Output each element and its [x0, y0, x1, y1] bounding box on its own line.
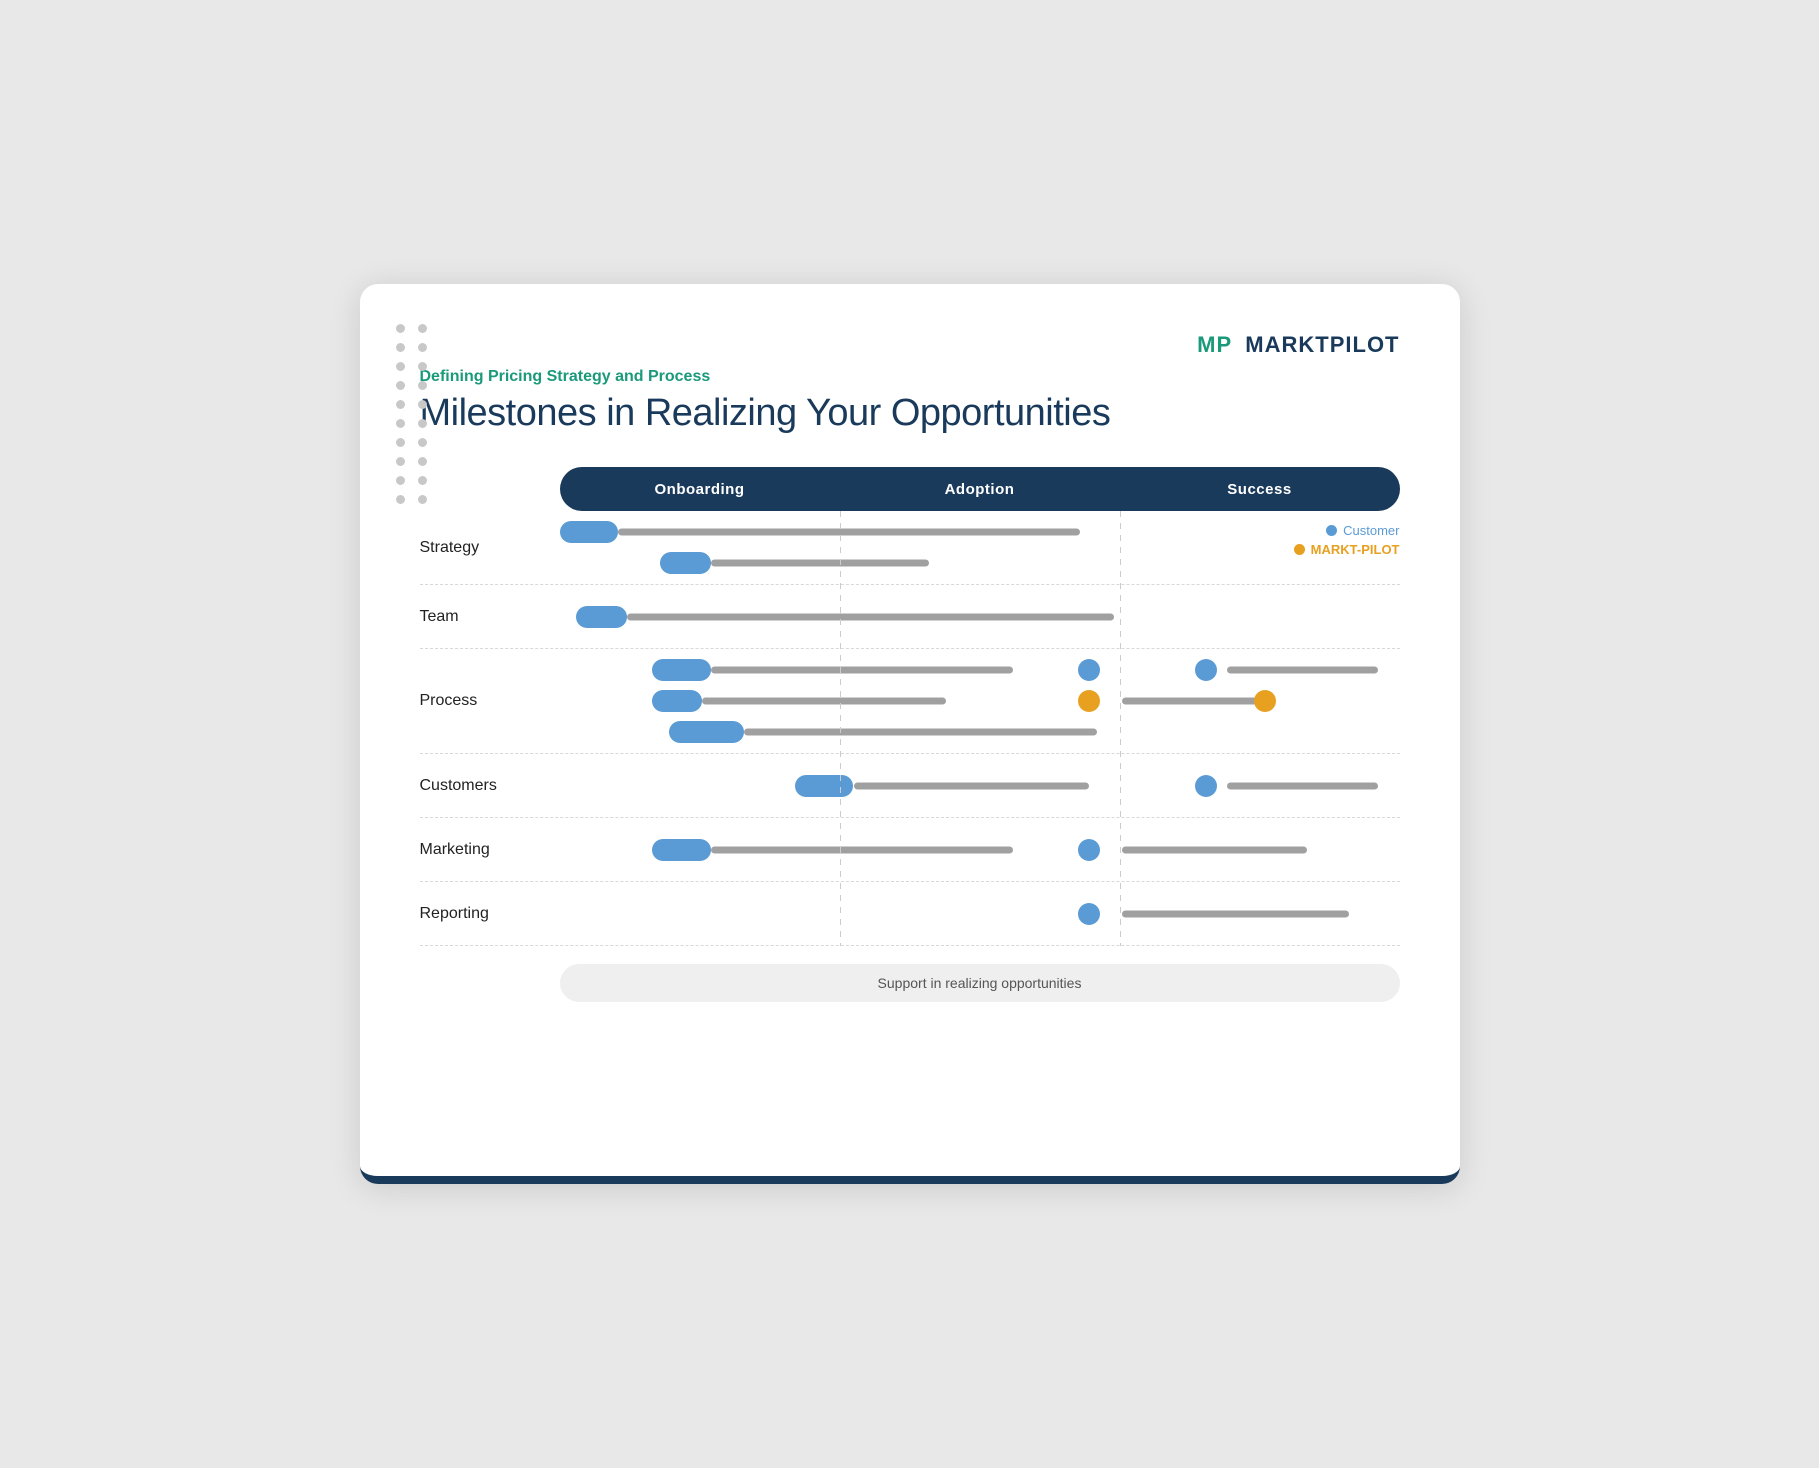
gantt-bar — [1122, 910, 1349, 917]
row-label-strategy: Strategy — [420, 539, 560, 557]
main-title: Milestones in Realizing Your Opportuniti… — [420, 392, 1400, 435]
row-label-marketing: Marketing — [420, 841, 560, 859]
chart-container: Onboarding Adoption Success Customer MAR… — [420, 467, 1400, 1002]
row-label-reporting: Reporting — [420, 905, 560, 923]
gantt-pill — [652, 690, 702, 712]
gantt-dot — [1254, 690, 1276, 712]
gantt-bar — [854, 782, 1089, 789]
gantt-bar — [744, 729, 1097, 736]
row-label-process: Process — [420, 692, 560, 710]
phase-success: Success — [1120, 481, 1400, 498]
support-bar: Support in realizing opportunities — [560, 964, 1400, 1002]
gantt-pill — [652, 839, 711, 861]
phase-adoption: Adoption — [840, 481, 1120, 498]
gantt-bar — [627, 613, 1114, 620]
track-2-0 — [560, 657, 1400, 683]
chart-row-reporting: Reporting — [420, 882, 1400, 946]
chart-body: Strategy Team Process Customers Marketing Rep… — [420, 511, 1400, 946]
track-0-1 — [560, 550, 1400, 576]
track-0-0 — [560, 519, 1400, 545]
gantt-bar — [702, 698, 946, 705]
track-5-0 — [560, 901, 1400, 927]
chart-row-customers: Customers — [420, 754, 1400, 818]
gantt-bar — [711, 667, 1013, 674]
gantt-bar — [1227, 667, 1378, 674]
gantt-bar — [1122, 698, 1256, 705]
row-tracks-process — [560, 657, 1400, 745]
phase-header: Onboarding Adoption Success — [560, 467, 1400, 511]
row-tracks-customers — [560, 773, 1400, 799]
gantt-dot — [1078, 839, 1100, 861]
gantt-bar — [1122, 846, 1307, 853]
gantt-bar — [1227, 782, 1378, 789]
row-tracks-reporting — [560, 901, 1400, 927]
chart-row-process: Process — [420, 649, 1400, 754]
gantt-bar — [711, 846, 1013, 853]
gantt-bar — [618, 529, 1080, 536]
main-card: MP MARKTPILOT Defining Pricing Strategy … — [360, 284, 1460, 1184]
logo-mp: MP — [1197, 332, 1232, 357]
gantt-dot — [1195, 775, 1217, 797]
subtitle: Defining Pricing Strategy and Process — [420, 368, 1400, 386]
logo-name: MARKTPILOT — [1245, 332, 1399, 357]
row-tracks-strategy — [560, 519, 1400, 576]
row-tracks-team — [560, 604, 1400, 630]
gantt-pill — [652, 659, 711, 681]
gantt-pill — [576, 606, 626, 628]
chart-row-team: Team — [420, 585, 1400, 649]
gantt-pill — [660, 552, 710, 574]
track-2-2 — [560, 719, 1400, 745]
chart-row-marketing: Marketing — [420, 818, 1400, 882]
gantt-pill — [795, 775, 854, 797]
logo-area: MP MARKTPILOT — [420, 332, 1400, 358]
track-3-0 — [560, 773, 1400, 799]
gantt-dot — [1195, 659, 1217, 681]
track-1-0 — [560, 604, 1400, 630]
row-label-team: Team — [420, 608, 560, 626]
support-label: Support in realizing opportunities — [878, 975, 1082, 991]
track-2-1 — [560, 688, 1400, 714]
gantt-bar — [711, 560, 929, 567]
gantt-dot — [1078, 659, 1100, 681]
gantt-dot — [1078, 903, 1100, 925]
logo: MP MARKTPILOT — [1197, 332, 1399, 358]
chart-row-strategy: Strategy — [420, 511, 1400, 585]
track-4-0 — [560, 837, 1400, 863]
gantt-pill — [560, 521, 619, 543]
gantt-dot — [1078, 690, 1100, 712]
gantt-pill — [669, 721, 745, 743]
row-label-customers: Customers — [420, 777, 560, 795]
row-tracks-marketing — [560, 837, 1400, 863]
phase-onboarding: Onboarding — [560, 481, 840, 498]
